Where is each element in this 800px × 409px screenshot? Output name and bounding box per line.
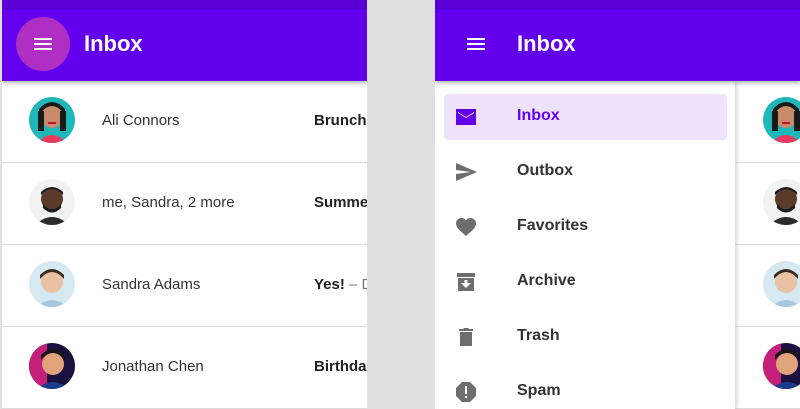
status-bar: [435, 0, 800, 9]
drawer-item-label: Outbox: [517, 162, 573, 179]
email-row[interactable]: [735, 327, 800, 409]
email-row[interactable]: Sandra Adams Yes! – D: [2, 245, 367, 327]
drawer-item-trash[interactable]: Trash: [444, 314, 727, 360]
inbox-screen: Inbox Ali Connors Brunch me, Sandra, 2 m…: [2, 0, 367, 409]
drawer-item-outbox[interactable]: Outbox: [444, 149, 727, 195]
heart-icon: [454, 215, 478, 239]
email-row[interactable]: [735, 81, 800, 163]
email-subject: Yes! – D: [314, 276, 367, 293]
email-row[interactable]: [735, 163, 800, 245]
email-sender: me, Sandra, 2 more: [102, 194, 235, 211]
email-subject: Brunch: [314, 112, 367, 129]
app-bar-title: Inbox: [517, 31, 576, 56]
email-row[interactable]: Jonathan Chen Birthda: [2, 327, 367, 409]
email-sender: Jonathan Chen: [102, 358, 204, 375]
drawer-item-archive[interactable]: Archive: [444, 259, 727, 305]
avatar: [29, 261, 75, 307]
email-row[interactable]: Ali Connors Brunch: [2, 81, 367, 163]
archive-icon: [454, 270, 478, 294]
trash-icon: [454, 325, 478, 349]
drawer-item-favorites[interactable]: Favorites: [444, 204, 727, 250]
email-subject: Birthda: [314, 358, 367, 375]
email-sender: Sandra Adams: [102, 276, 201, 293]
avatar: [763, 97, 800, 143]
avatar: [763, 179, 800, 225]
email-row[interactable]: [735, 245, 800, 327]
mail-icon: [454, 105, 478, 129]
drawer-item-label: Spam: [517, 382, 561, 399]
top-app-bar: Inbox: [2, 9, 367, 81]
email-list-behind-drawer: [735, 81, 800, 409]
navigation-drawer-screen: Inbox Inbox Outbox Favorites Archive Tra…: [435, 0, 800, 409]
menu-icon: [467, 38, 485, 50]
navigation-drawer: Inbox Outbox Favorites Archive Trash Spa…: [435, 81, 735, 409]
drawer-item-inbox[interactable]: Inbox: [444, 94, 727, 140]
avatar: [763, 343, 800, 389]
email-subject: Summe: [314, 194, 367, 211]
avatar: [29, 179, 75, 225]
avatar: [29, 343, 75, 389]
drawer-item-spam[interactable]: Spam: [444, 369, 727, 409]
email-list: Ali Connors Brunch me, Sandra, 2 more Su…: [2, 81, 367, 409]
drawer-item-label: Archive: [517, 272, 576, 289]
menu-icon: [34, 38, 52, 50]
spam-icon: [454, 380, 478, 404]
email-sender: Ali Connors: [102, 112, 180, 129]
email-row[interactable]: me, Sandra, 2 more Summe: [2, 163, 367, 245]
top-app-bar: Inbox: [435, 9, 800, 81]
status-bar: [2, 0, 367, 9]
send-icon: [454, 160, 478, 184]
menu-button[interactable]: [449, 17, 503, 71]
avatar: [763, 261, 800, 307]
drawer-item-label: Trash: [517, 327, 560, 344]
drawer-item-label: Favorites: [517, 217, 589, 234]
drawer-item-label: Inbox: [517, 107, 560, 124]
menu-button[interactable]: [16, 17, 70, 71]
avatar: [29, 97, 75, 143]
app-bar-title: Inbox: [84, 31, 143, 56]
